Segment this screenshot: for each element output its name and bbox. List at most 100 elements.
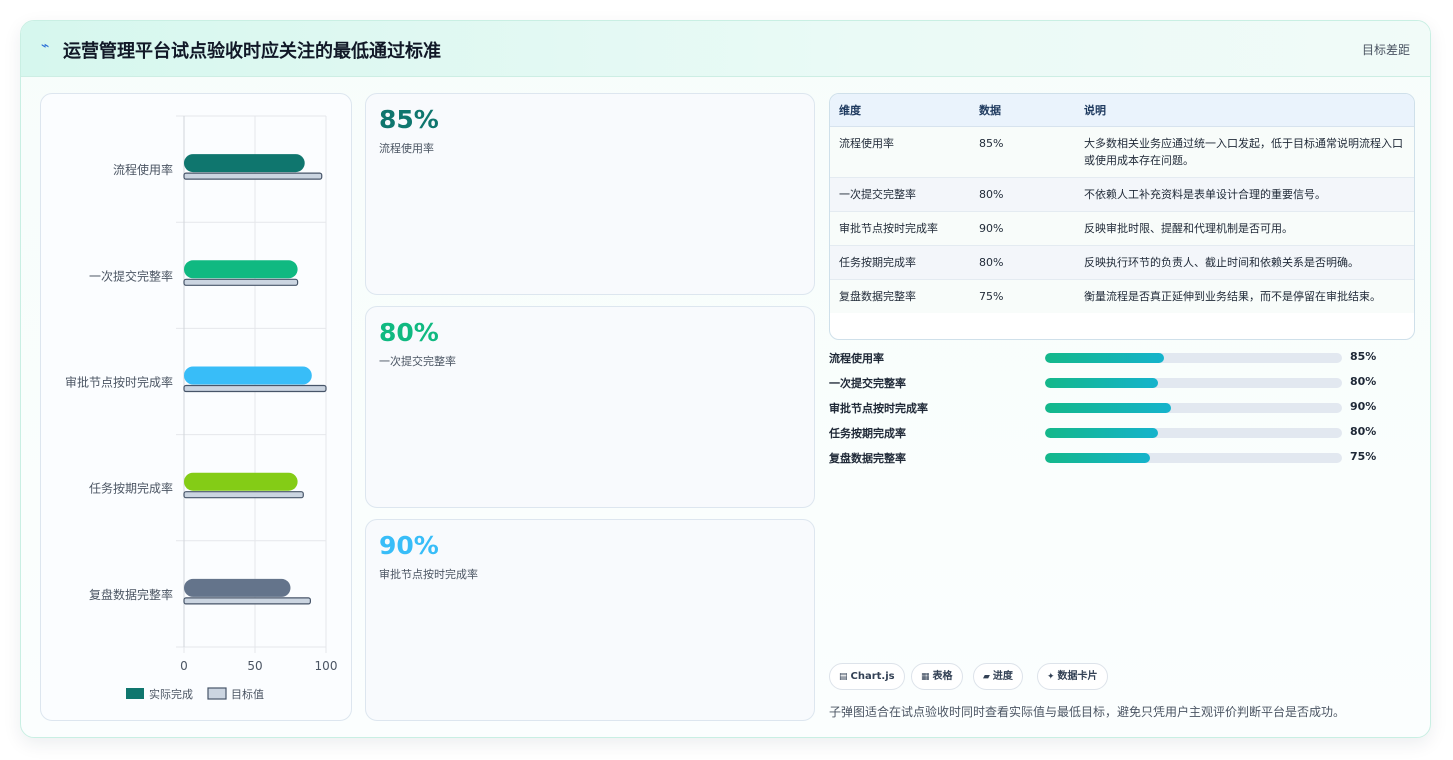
stat-card: 80% 一次提交完整率: [365, 306, 815, 508]
table-cell-dimension: 一次提交完整率: [830, 177, 970, 212]
table-row: 任务按期完成率 80% 反映执行环节的负责人、截止时间和依赖关系是否明确。: [830, 245, 1414, 280]
progress-track: [1045, 353, 1342, 363]
bullet-chart: 流程使用率一次提交完整率审批节点按时完成率任务按期完成率复盘数据完整率 0 50 10…: [65, 115, 338, 701]
chip-label: 表格: [932, 671, 953, 682]
stat-value: 80%: [379, 318, 439, 347]
column-header: 数据: [970, 94, 1075, 127]
legend-label: 目标值: [231, 687, 264, 701]
sparkle-icon: ✦: [1047, 672, 1055, 682]
progress-label: 审批节点按时完成率: [829, 402, 928, 415]
actual-bar: [184, 154, 305, 173]
metrics-table: 维度 数据 说明 流程使用率 85% 大多数相关业务应通过统一入口发起，低于目标…: [829, 93, 1415, 340]
category-label: 任务按期完成率: [89, 481, 173, 496]
progress-value: 75%: [1350, 450, 1377, 463]
table-cell-value: 90%: [970, 211, 1075, 246]
progress-track: [1045, 453, 1342, 463]
table-cell-dimension: 复盘数据完整率: [830, 279, 970, 313]
progress-fill: [1045, 428, 1158, 438]
actual-bar: [184, 472, 298, 491]
table-row: 一次提交完整率 80% 不依赖人工补充资料是表单设计合理的重要信号。: [830, 177, 1414, 212]
progress-row: 审批节点按时完成率 90%: [829, 397, 1389, 417]
target-bar: [183, 278, 299, 286]
target-bar: [183, 172, 323, 180]
chip-label: 数据卡片: [1057, 671, 1098, 682]
panel-header: ⌁ 运营管理平台试点验收时应关注的最低通过标准 目标差距: [21, 21, 1430, 77]
category-label: 审批节点按时完成率: [65, 375, 173, 390]
target-bar: [183, 597, 311, 605]
target-gap-link[interactable]: 目标差距: [1362, 41, 1410, 58]
progress-label: 复盘数据完整率: [829, 452, 906, 465]
progress-label: 一次提交完整率: [829, 377, 906, 390]
table-cell-description: 反映审批时限、提醒和代理机制是否可用。: [1075, 211, 1414, 246]
table-row: 流程使用率 85% 大多数相关业务应通过统一入口发起，低于目标通常说明流程入口或…: [830, 126, 1414, 178]
x-tick-label: 100: [315, 659, 338, 673]
dashboard-panel: ⌁ 运营管理平台试点验收时应关注的最低通过标准 目标差距 流程使用率 一次提交完整…: [20, 20, 1431, 738]
actual-bar: [184, 260, 298, 279]
chip-label: 进度: [992, 671, 1013, 682]
table-cell-value: 80%: [970, 177, 1075, 212]
table-chip[interactable]: ▦ 表格: [911, 663, 963, 690]
progress-value: 80%: [1350, 425, 1377, 438]
progress-fill: [1045, 378, 1158, 388]
actual-bar: [184, 578, 291, 597]
bullet-chart-card: 流程使用率一次提交完整率审批节点按时完成率任务按期完成率 复盘数据完整率 0 50 10…: [40, 93, 352, 721]
stat-value: 85%: [379, 105, 439, 134]
table-cell-dimension: 流程使用率: [830, 126, 970, 178]
category-label: 复盘数据完整率: [89, 587, 173, 602]
legend-swatch-actual: [126, 688, 144, 699]
progress-fill: [1045, 403, 1172, 413]
progress-label: 流程使用率: [829, 352, 884, 365]
progress-chip[interactable]: ▰ 进度: [973, 663, 1023, 690]
progress-icon: ▰: [983, 672, 990, 682]
progress-fill: [1045, 453, 1151, 463]
progress-row: 流程使用率 85%: [829, 347, 1389, 367]
column-header: 维度: [830, 94, 970, 127]
table-cell-description: 衡量流程是否真正延伸到业务结果，而不是停留在审批结束。: [1075, 279, 1414, 313]
progress-value: 80%: [1350, 375, 1377, 388]
table-cell-description: 反映执行环节的负责人、截止时间和依赖关系是否明确。: [1075, 245, 1414, 280]
x-tick-label: 0: [180, 659, 188, 673]
progress-row: 一次提交完整率 80%: [829, 372, 1389, 392]
progress-track: [1045, 378, 1342, 388]
table-row: 审批节点按时完成率 90% 反映审批时限、提醒和代理机制是否可用。: [830, 211, 1414, 246]
legend-label: 实际完成: [149, 687, 193, 701]
progress-fill: [1045, 353, 1164, 363]
column-header: 说明: [1075, 94, 1414, 127]
table-row: 复盘数据完整率 75% 衡量流程是否真正延伸到业务结果，而不是停留在审批结束。: [830, 279, 1414, 313]
stat-value: 90%: [379, 531, 439, 560]
footnote: 子弹图适合在试点验收时同时查看实际值与最低目标，避免只凭用户主观评价判断平台是否…: [829, 705, 1346, 719]
table-cell-value: 80%: [970, 245, 1075, 280]
chip-label: Chart.js: [850, 671, 895, 682]
table-icon: ▦: [921, 672, 930, 682]
table-cell-description: 大多数相关业务应通过统一入口发起，低于目标通常说明流程入口或使用成本存在问题。: [1075, 126, 1414, 178]
legend-swatch-target: [207, 687, 227, 700]
stat-label: 审批节点按时完成率: [379, 568, 478, 581]
table-cell-dimension: 审批节点按时完成率: [830, 211, 970, 246]
x-tick-label: 50: [247, 659, 262, 673]
progress-label: 任务按期完成率: [829, 427, 906, 440]
data-card-chip[interactable]: ✦ 数据卡片: [1037, 663, 1108, 690]
stat-label: 一次提交完整率: [379, 355, 456, 368]
table-cell-dimension: 任务按期完成率: [830, 245, 970, 280]
target-bar: [183, 384, 327, 393]
progress-track: [1045, 403, 1342, 413]
lightning-icon: ⌁: [41, 38, 50, 54]
table-header-row: 维度 数据 说明: [830, 94, 1414, 127]
progress-value: 90%: [1350, 400, 1377, 413]
target-bar: [183, 491, 304, 499]
progress-row: 任务按期完成率 80%: [829, 422, 1389, 442]
table-cell-value: 75%: [970, 279, 1075, 313]
chartjs-chip[interactable]: ▤ Chart.js: [829, 663, 905, 690]
progress-track: [1045, 428, 1342, 438]
category-label: 一次提交完整率: [89, 268, 173, 283]
stat-card: 90% 审批节点按时完成率: [365, 519, 815, 721]
progress-value: 85%: [1350, 350, 1377, 363]
stat-card: 85% 流程使用率: [365, 93, 815, 295]
progress-row: 复盘数据完整率 75%: [829, 447, 1389, 467]
page-title: 运营管理平台试点验收时应关注的最低通过标准: [63, 41, 441, 62]
table-cell-description: 不依赖人工补充资料是表单设计合理的重要信号。: [1075, 177, 1414, 212]
category-label: 流程使用率: [113, 162, 173, 177]
chart-icon: ▤: [839, 672, 848, 682]
table-cell-value: 85%: [970, 126, 1075, 178]
actual-bar: [184, 366, 312, 385]
